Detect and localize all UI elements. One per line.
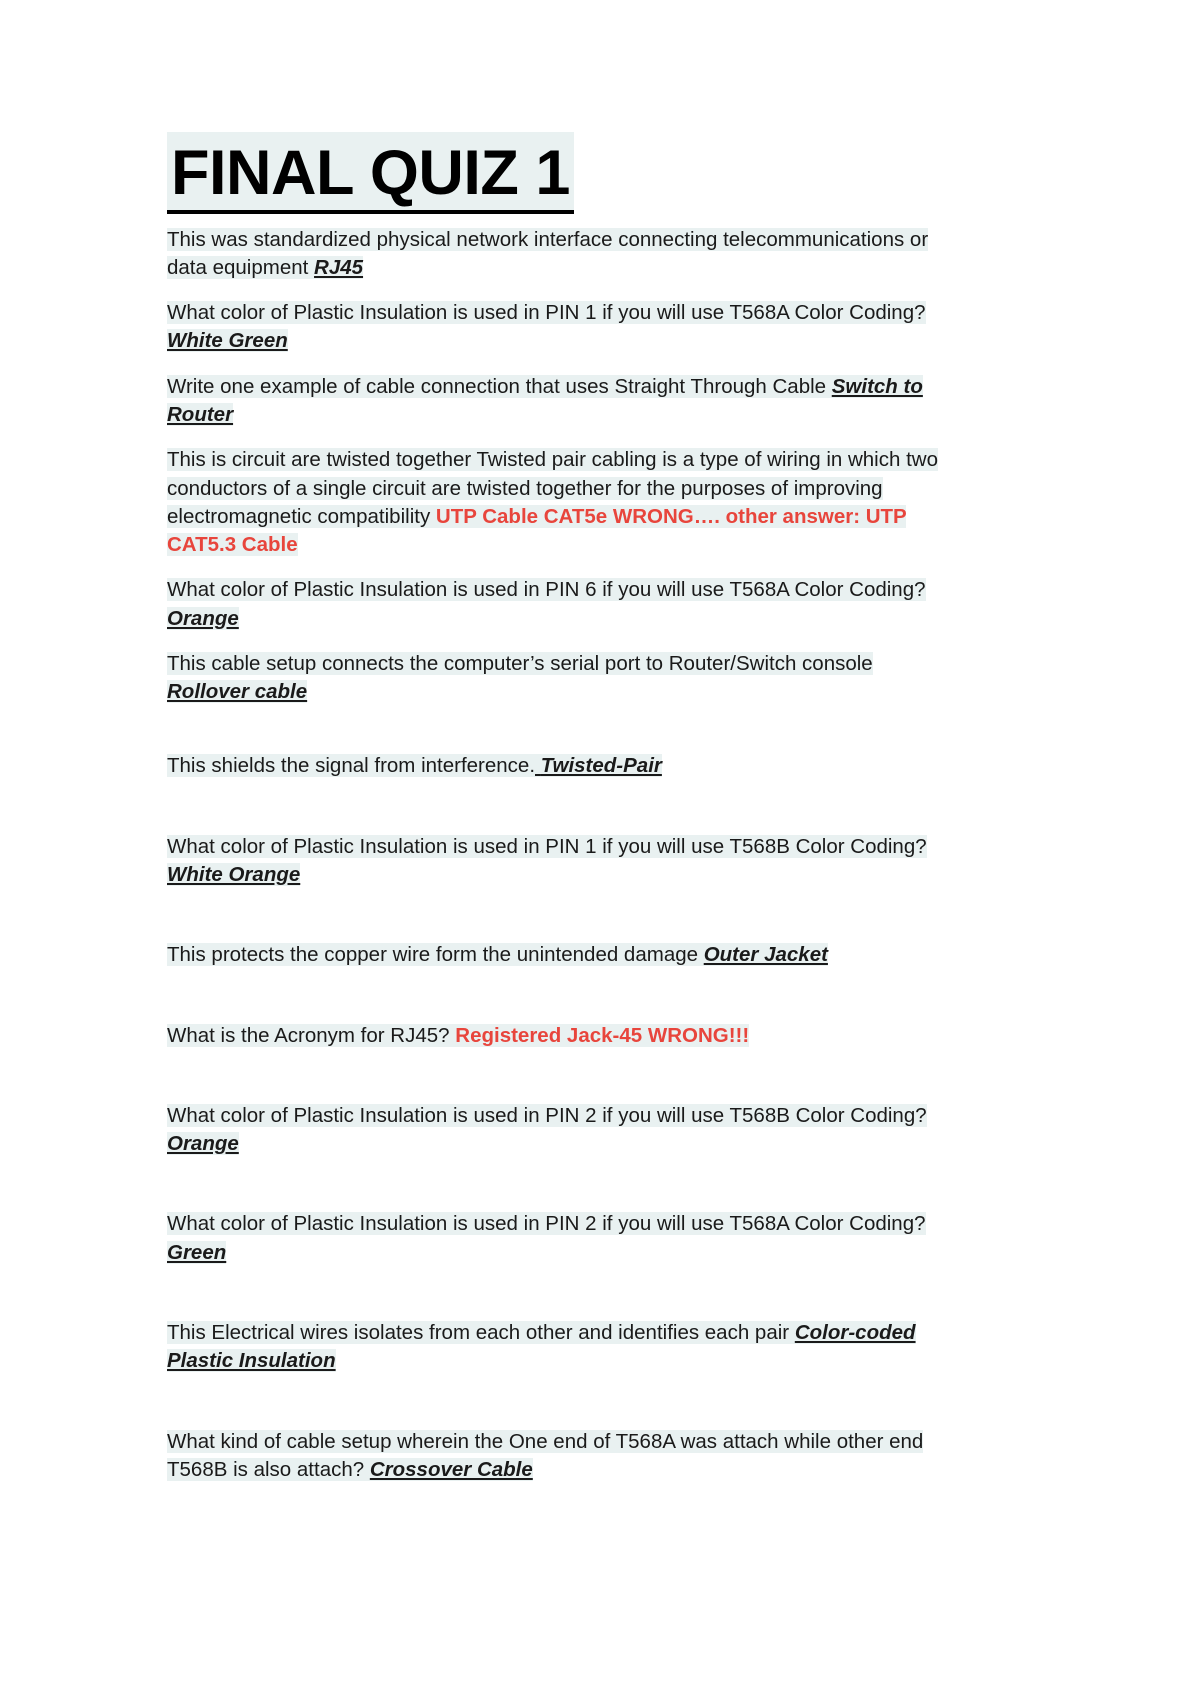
answer-text: Crossover Cable <box>369 1457 533 1481</box>
question-text: This cable setup connects the computer’s… <box>167 651 873 675</box>
quiz-item-q8: What color of Plastic Insulation is used… <box>167 833 947 890</box>
answer-text: White Orange <box>167 863 301 887</box>
quiz-item-q9: This protects the copper wire form the u… <box>167 941 947 969</box>
quiz-item-q1: This was standardized physical network i… <box>167 226 947 283</box>
answer-text: Twisted-Pair <box>535 754 662 777</box>
question-text: What is the Acronym for RJ45? <box>167 1023 456 1047</box>
quiz-item-q10: What is the Acronym for RJ45? Registered… <box>167 1022 947 1050</box>
question-text: Write one example of cable connection th… <box>167 374 832 398</box>
question-text: This was standardized physical network i… <box>167 227 929 279</box>
document-body: FINAL QUIZ 1 This was standardized physi… <box>167 132 947 1485</box>
quiz-item-q7: This shields the signal from interferenc… <box>167 752 947 780</box>
question-text: What color of Plastic Insulation is used… <box>167 834 927 858</box>
question-text: What color of Plastic Insulation is used… <box>167 1212 926 1236</box>
quiz-item-q12: What color of Plastic Insulation is used… <box>167 1210 947 1267</box>
answer-text: Registered Jack-45 WRONG!!! <box>455 1023 750 1047</box>
quiz-item-q4: This is circuit are twisted together Twi… <box>167 446 947 559</box>
question-text: What color of Plastic Insulation is used… <box>167 301 926 325</box>
question-text: What color of Plastic Insulation is used… <box>167 1103 927 1127</box>
answer-text: Outer Jacket <box>703 943 828 967</box>
quiz-item-q13: This Electrical wires isolates from each… <box>167 1319 947 1376</box>
question-text: What kind of cable setup wherein the One… <box>167 1429 924 1481</box>
answer-label: Twisted-Pair <box>540 754 662 778</box>
question-text: What color of Plastic Insulation is used… <box>167 578 926 602</box>
question-text: This protects the copper wire form the u… <box>167 943 704 967</box>
answer-text: Orange <box>167 1132 239 1156</box>
answer-text: White Green <box>167 329 288 353</box>
quiz-item-q11: What color of Plastic Insulation is used… <box>167 1102 947 1159</box>
quiz-item-q6: This cable setup connects the computer’s… <box>167 650 947 707</box>
page-title: FINAL QUIZ 1 <box>167 132 947 214</box>
answer-text: Orange <box>167 606 239 630</box>
question-text: This shields the signal from interferenc… <box>167 754 536 778</box>
quiz-item-q14: What kind of cable setup wherein the One… <box>167 1428 947 1485</box>
quiz-item-q5: What color of Plastic Insulation is used… <box>167 576 947 633</box>
answer-text: Green <box>167 1240 227 1264</box>
question-text: This Electrical wires isolates from each… <box>167 1321 795 1345</box>
page-title-text: FINAL QUIZ 1 <box>167 132 574 214</box>
answer-text: Rollover cable <box>167 680 308 704</box>
document-page: FINAL QUIZ 1 This was standardized physi… <box>0 0 1200 1697</box>
answer-text: RJ45 <box>314 255 364 279</box>
quiz-item-q2: What color of Plastic Insulation is used… <box>167 299 947 356</box>
quiz-item-q3: Write one example of cable connection th… <box>167 373 947 430</box>
